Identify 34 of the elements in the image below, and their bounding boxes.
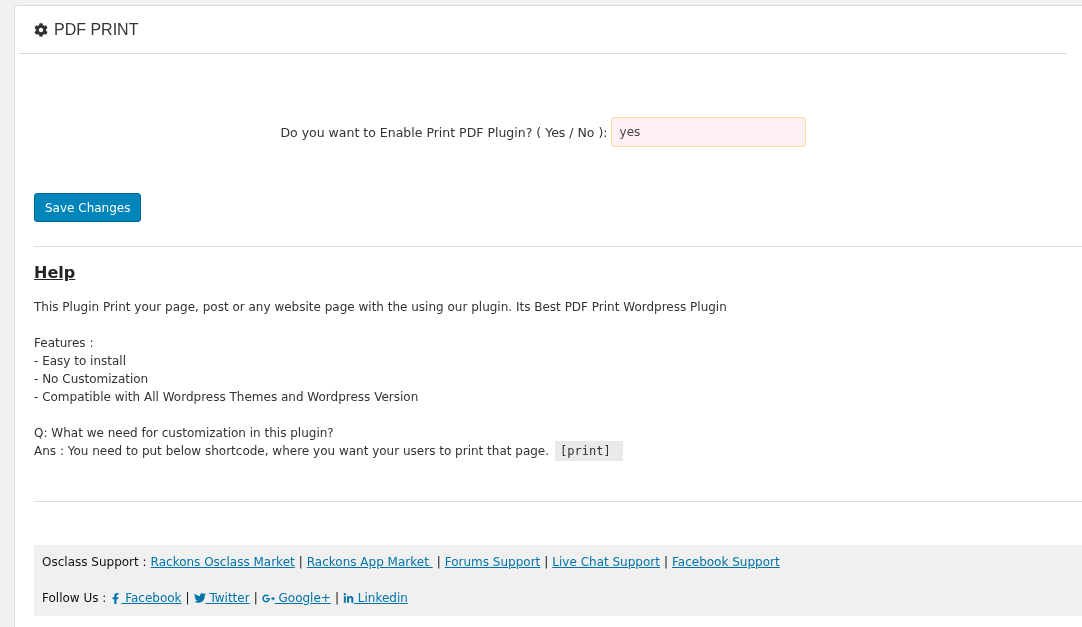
settings-icon	[34, 22, 48, 37]
feature-item: - Compatible with All Wordpress Themes and Wordpress Version	[34, 389, 420, 406]
follow-label: Follow Us :	[42, 591, 107, 605]
separator: |	[544, 555, 549, 569]
footer-link[interactable]: Live Chat Support	[552, 555, 660, 569]
separator: |	[185, 591, 190, 605]
feature-item: - Easy to install	[34, 353, 128, 370]
answer-text: Ans : You need to put below shortcode, where you want your users to print that page.	[34, 444, 550, 458]
twitter-icon	[193, 592, 206, 604]
help-text: This Plugin Print your page, post or any website page with the using our plugin. Its Best PDF Print Wordpress Plugin	[34, 299, 728, 316]
support-label: Osclass Support :	[42, 555, 147, 569]
separator: |	[663, 555, 668, 569]
footer-link[interactable]: Rackons Osclass Market	[150, 555, 295, 569]
help-heading: Help	[34, 263, 77, 282]
feature-item: - No Customization	[34, 371, 150, 388]
footer-link[interactable]: Facebook Support	[672, 555, 780, 569]
page-title: PDF PRINT	[54, 20, 139, 39]
save-button[interactable]: Save Changes	[34, 193, 142, 222]
social-link[interactable]: Linkedin	[342, 591, 408, 605]
separator: |	[253, 591, 258, 605]
input-field[interactable]: yes	[610, 117, 806, 147]
linkedin-icon	[342, 592, 354, 604]
social-link[interactable]: Google+	[261, 591, 331, 605]
footer-link[interactable]: Rackons App Market	[306, 555, 433, 569]
question-text: Q: What we need for customization in this plugin?	[34, 425, 335, 442]
separator: |	[334, 591, 339, 605]
footer-link[interactable]: Forums Support	[444, 555, 541, 569]
shortcode: [print]	[555, 441, 623, 461]
separator: |	[298, 555, 303, 569]
setting-label: Do you want to Enable Print PDF Plugin? ( Yes / No ):	[280, 124, 608, 140]
social-link[interactable]: Twitter	[193, 591, 250, 605]
features-heading: Features :	[34, 335, 95, 352]
social-link[interactable]: Facebook	[110, 591, 182, 605]
separator: |	[436, 555, 441, 569]
